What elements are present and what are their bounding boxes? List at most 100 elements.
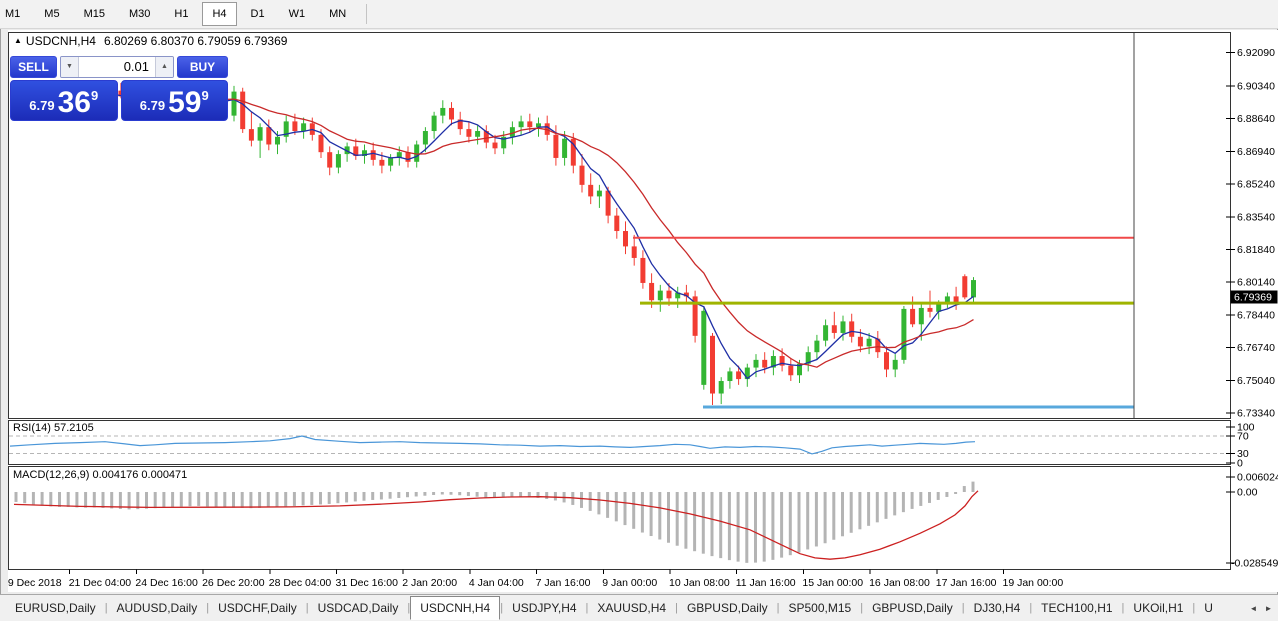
tab-usdcnh-h4[interactable]: USDCNH,H4 xyxy=(410,596,500,620)
candle xyxy=(858,337,863,347)
candle xyxy=(928,308,933,312)
candle xyxy=(562,139,567,158)
tab-usdjpy-h4[interactable]: USDJPY,H4 xyxy=(503,596,585,620)
candle xyxy=(292,121,297,131)
timeframe-toolbar: M1M5M15M30H1H4D1W1MN xyxy=(0,0,1278,29)
tab-ukoil-h1[interactable]: UKOil,H1 xyxy=(1124,596,1192,620)
timeframe-button-m30[interactable]: M30 xyxy=(119,2,160,26)
timeframe-button-m5[interactable]: M5 xyxy=(34,2,69,26)
tab-scroll-buttons: ◄ ► xyxy=(1247,601,1275,616)
buy-button[interactable]: BUY xyxy=(177,56,228,78)
candle xyxy=(597,191,602,197)
candle xyxy=(553,135,558,158)
timeframe-button-d1[interactable]: D1 xyxy=(241,2,275,26)
macd-indicator-label: MACD(12,26,9) 0.004176 0.000471 xyxy=(13,469,187,481)
candle xyxy=(527,121,532,127)
tab-scroll-left-icon[interactable]: ◄ xyxy=(1247,601,1260,616)
timeframe-button-mn[interactable]: MN xyxy=(319,2,356,26)
chart-marker-icon: ▲ xyxy=(14,36,22,45)
buy-price-prefix: 6.79 xyxy=(140,98,165,113)
price-tick-label: 6.88640 xyxy=(1237,113,1275,125)
symbol-tab-bar: EURUSD,Daily|AUDUSD,Daily|USDCHF,Daily|U… xyxy=(0,594,1278,621)
tab-gbpusd-daily[interactable]: GBPUSD,Daily xyxy=(678,596,777,620)
lot-decrease-button[interactable]: ▼ xyxy=(61,57,79,77)
price-tick-label: 6.83540 xyxy=(1237,211,1275,223)
time-label: 28 Dec 04:00 xyxy=(269,577,332,589)
timeframe-button-h1[interactable]: H1 xyxy=(164,2,198,26)
candle xyxy=(658,291,663,301)
price-tick-label: 6.73340 xyxy=(1237,407,1275,419)
macd-axis-label: -0.028549 xyxy=(1231,558,1278,570)
lot-stepper: ▼ 0.01 ▲ xyxy=(60,56,174,78)
tab-sp500-m15[interactable]: SP500,M15 xyxy=(780,596,861,620)
candle xyxy=(371,150,376,160)
candle xyxy=(962,276,967,297)
chart-title: ▲ USDCNH,H4 6.80269 6.80370 6.79059 6.7936… xyxy=(14,34,287,48)
candle xyxy=(614,216,619,231)
rsi-pane-border xyxy=(9,421,1231,465)
candle xyxy=(849,321,854,336)
tab-scroll-right-icon[interactable]: ► xyxy=(1262,601,1275,616)
time-label: 31 Dec 16:00 xyxy=(336,577,399,589)
macd-axis-label: 0.006024 xyxy=(1237,472,1278,484)
candle xyxy=(319,135,324,152)
lot-increase-button[interactable]: ▲ xyxy=(155,57,173,77)
sell-price-display[interactable]: 6.79369 xyxy=(10,80,118,121)
tab-dj30-h4[interactable]: DJ30,H4 xyxy=(965,596,1030,620)
candle xyxy=(493,143,498,149)
candle xyxy=(440,108,445,116)
candle xyxy=(466,129,471,137)
time-label: 16 Jan 08:00 xyxy=(869,577,930,589)
candle xyxy=(388,158,393,166)
macd-pane-border xyxy=(9,467,1231,570)
timeframe-button-m1[interactable]: M1 xyxy=(0,2,30,26)
candle xyxy=(884,352,889,369)
candle xyxy=(649,283,654,300)
tab-u[interactable]: U xyxy=(1195,596,1222,620)
candle xyxy=(588,185,593,197)
time-label: 24 Dec 16:00 xyxy=(135,577,198,589)
candle xyxy=(406,152,411,162)
lot-value[interactable]: 0.01 xyxy=(79,57,155,77)
tab-eurusd-daily[interactable]: EURUSD,Daily xyxy=(6,596,105,620)
tab-audusd-daily[interactable]: AUDUSD,Daily xyxy=(108,596,207,620)
time-label: 19 Jan 00:00 xyxy=(1003,577,1064,589)
timeframe-button-h4[interactable]: H4 xyxy=(202,2,236,26)
price-tick-label: 6.81840 xyxy=(1237,244,1275,256)
tab-usdchf-daily[interactable]: USDCHF,Daily xyxy=(209,596,306,620)
time-label: 7 Jan 16:00 xyxy=(536,577,591,589)
rsi-axis-label: 70 xyxy=(1237,431,1249,443)
time-label: 19 Dec 2018 xyxy=(8,577,62,589)
sell-price-big: 36 xyxy=(58,89,91,118)
current-price-label: 6.79369 xyxy=(1234,292,1272,304)
timeframe-button-w1[interactable]: W1 xyxy=(279,2,316,26)
candle xyxy=(232,92,237,116)
sell-price-prefix: 6.79 xyxy=(29,98,54,113)
sell-button[interactable]: SELL xyxy=(10,56,57,78)
timeframe-button-m15[interactable]: M15 xyxy=(74,2,115,26)
candle xyxy=(275,137,280,145)
candle xyxy=(623,231,628,246)
toolbar-separator xyxy=(366,4,367,24)
tab-xauusd-h4[interactable]: XAUUSD,H4 xyxy=(588,596,675,620)
buy-price-display[interactable]: 6.79599 xyxy=(121,80,229,121)
chart-ohlc: 6.80269 6.80370 6.79059 6.79369 xyxy=(104,34,288,48)
candle xyxy=(240,92,245,130)
tab-gbpusd-daily[interactable]: GBPUSD,Daily xyxy=(863,596,962,620)
time-label: 10 Jan 08:00 xyxy=(669,577,730,589)
candle xyxy=(893,360,898,370)
candle xyxy=(910,309,915,324)
chart-symbol: USDCNH,H4 xyxy=(26,34,96,48)
chart-window: 6.920906.903406.886406.869406.852406.835… xyxy=(8,30,1278,592)
candle xyxy=(423,131,428,144)
tab-tech100-h1[interactable]: TECH100,H1 xyxy=(1032,596,1121,620)
candle xyxy=(249,129,254,141)
tab-usdcad-daily[interactable]: USDCAD,Daily xyxy=(309,596,408,620)
price-tick-label: 6.76740 xyxy=(1237,342,1275,354)
candle xyxy=(475,131,480,137)
candle xyxy=(580,166,585,185)
time-label: 17 Jan 16:00 xyxy=(936,577,997,589)
candle xyxy=(701,311,706,385)
candle xyxy=(449,108,454,120)
candle xyxy=(710,336,715,394)
